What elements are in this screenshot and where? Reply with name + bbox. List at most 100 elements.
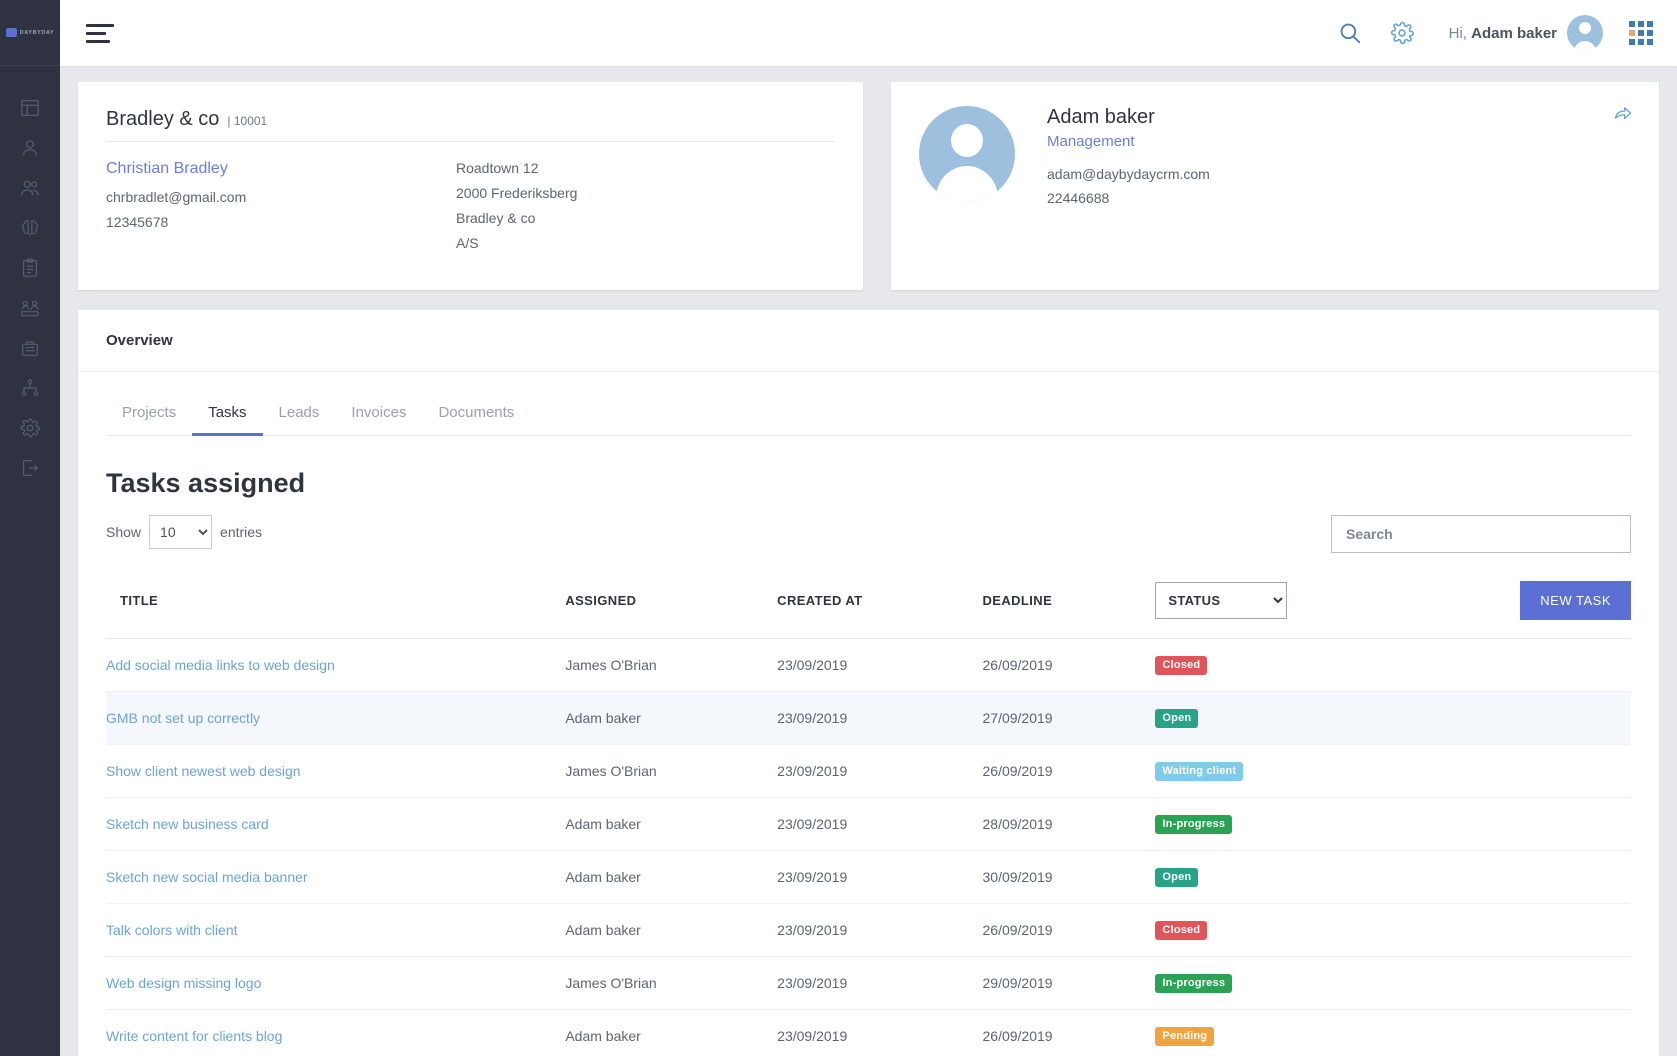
- entries-label: entries: [220, 524, 262, 540]
- hamburger-icon[interactable]: [86, 24, 114, 43]
- tab-leads[interactable]: Leads: [263, 394, 336, 436]
- gear-icon: [19, 417, 41, 439]
- status-badge: Waiting client: [1155, 762, 1243, 781]
- sidebar-item-departments[interactable]: [0, 328, 60, 368]
- task-title-link[interactable]: Web design missing logo: [106, 975, 261, 991]
- cell-title: Sketch new business card: [106, 798, 565, 851]
- cell-assigned: James O'Brian: [565, 639, 777, 692]
- grid-cell: [1629, 21, 1635, 27]
- cell-status: Waiting client: [1155, 745, 1425, 798]
- task-title-link[interactable]: Sketch new social media banner: [106, 869, 308, 885]
- task-title-link[interactable]: Sketch new business card: [106, 816, 269, 832]
- new-task-button[interactable]: NEW TASK: [1520, 581, 1631, 620]
- cell-action: [1426, 851, 1631, 904]
- cell-assigned: James O'Brian: [565, 957, 777, 1010]
- task-title-link[interactable]: Write content for clients blog: [106, 1028, 282, 1044]
- sidebar-item-projects[interactable]: [0, 248, 60, 288]
- user-icon: [19, 137, 41, 159]
- column-header-created-at[interactable]: CREATED AT: [777, 567, 982, 639]
- cell-assigned: James O'Brian: [565, 745, 777, 798]
- sidebar-item-team[interactable]: [0, 288, 60, 328]
- grid-apps-icon[interactable]: [1629, 21, 1653, 45]
- column-header-deadline[interactable]: DEADLINE: [983, 567, 1156, 639]
- address-line: A/S: [456, 235, 835, 251]
- task-title-link[interactable]: GMB not set up correctly: [106, 710, 260, 726]
- column-header-title[interactable]: TITLE: [106, 567, 565, 639]
- table-row[interactable]: Web design missing logo James O'Brian 23…: [106, 957, 1631, 1010]
- cell-status: In-progress: [1155, 957, 1425, 1010]
- grid-cell: [1638, 30, 1644, 36]
- task-title-link[interactable]: Add social media links to web design: [106, 657, 335, 673]
- tab-tasks[interactable]: Tasks: [192, 394, 262, 436]
- table-row[interactable]: Sketch new business card Adam baker 23/0…: [106, 798, 1631, 851]
- summary-cards-row: Bradley & co | 10001 Christian Bradley c…: [78, 82, 1659, 290]
- show-label: Show: [106, 524, 141, 540]
- cell-status: Pending: [1155, 1010, 1425, 1056]
- share-icon[interactable]: [1613, 104, 1633, 129]
- logout-icon: [19, 457, 41, 479]
- company-address-col: Roadtown 12 2000 Frederiksberg Bradley &…: [456, 160, 835, 260]
- tab-documents[interactable]: Documents: [422, 394, 530, 436]
- company-card-body: Christian Bradley chrbradlet@gmail.com 1…: [106, 160, 835, 260]
- grid-cell: [1647, 30, 1653, 36]
- table-row[interactable]: Add social media links to web design Jam…: [106, 639, 1631, 692]
- task-title-link[interactable]: Show client newest web design: [106, 763, 301, 779]
- address-line: 2000 Frederiksberg: [456, 185, 835, 201]
- contact-name-link[interactable]: Christian Bradley: [106, 160, 456, 178]
- cell-created-at: 23/09/2019: [777, 1010, 982, 1056]
- page-length-select[interactable]: 10 25 50 100: [149, 515, 212, 549]
- tab-bar: Projects Tasks Leads Invoices Documents: [106, 394, 1631, 436]
- grid-cell: [1647, 21, 1653, 27]
- sidebar-item-dashboard[interactable]: [0, 88, 60, 128]
- sidebar-item-leads[interactable]: [0, 208, 60, 248]
- greeting-prefix: Hi,: [1449, 25, 1467, 42]
- greeting-text: Hi, Adam baker: [1449, 25, 1557, 42]
- column-header-status: STATUS Open In-progress Waiting client P…: [1155, 567, 1425, 639]
- sidebar-item-clients[interactable]: [0, 168, 60, 208]
- sidebar-item-logout[interactable]: [0, 448, 60, 488]
- table-row[interactable]: Sketch new social media banner Adam bake…: [106, 851, 1631, 904]
- sidebar-item-hierarchy[interactable]: [0, 368, 60, 408]
- cell-status: Open: [1155, 692, 1425, 745]
- grid-cell: [1629, 30, 1635, 36]
- settings-gear-icon[interactable]: [1389, 20, 1415, 46]
- sidebar-item-users[interactable]: [0, 128, 60, 168]
- task-title-link[interactable]: Talk colors with client: [106, 922, 238, 938]
- user-role-link[interactable]: Management: [1047, 133, 1210, 150]
- cell-status: Closed: [1155, 639, 1425, 692]
- status-badge: In-progress: [1155, 815, 1232, 834]
- company-contact-col: Christian Bradley chrbradlet@gmail.com 1…: [106, 160, 456, 260]
- cell-title: Write content for clients blog: [106, 1010, 565, 1056]
- search-input[interactable]: [1331, 515, 1631, 553]
- sidebar: DAYBYDAY: [0, 0, 60, 1056]
- sidebar-item-settings[interactable]: [0, 408, 60, 448]
- tab-invoices[interactable]: Invoices: [335, 394, 422, 436]
- tasks-table: TITLE ASSIGNED CREATED AT DEADLINE STATU…: [106, 567, 1631, 1056]
- status-badge: Closed: [1155, 921, 1207, 940]
- user-name: Adam baker: [1047, 106, 1210, 129]
- building-icon: [19, 337, 41, 359]
- cell-created-at: 23/09/2019: [777, 692, 982, 745]
- grid-cell: [1647, 39, 1653, 45]
- table-row[interactable]: GMB not set up correctly Adam baker 23/0…: [106, 692, 1631, 745]
- table-row[interactable]: Talk colors with client Adam baker 23/09…: [106, 904, 1631, 957]
- table-row[interactable]: Write content for clients blog Adam bake…: [106, 1010, 1631, 1056]
- avatar[interactable]: [1567, 15, 1603, 51]
- table-row[interactable]: Show client newest web design James O'Br…: [106, 745, 1631, 798]
- cell-created-at: 23/09/2019: [777, 639, 982, 692]
- table-controls: Show 10 25 50 100 entries: [106, 515, 1631, 553]
- team-icon: [19, 297, 41, 319]
- tab-projects[interactable]: Projects: [106, 394, 192, 436]
- sidebar-nav: [0, 88, 60, 488]
- address-line: Roadtown 12: [456, 160, 835, 176]
- cell-deadline: 26/09/2019: [983, 904, 1156, 957]
- cell-assigned: Adam baker: [565, 851, 777, 904]
- cell-deadline: 29/09/2019: [983, 957, 1156, 1010]
- search-icon[interactable]: [1337, 20, 1363, 46]
- app-root: DAYBYDAY: [0, 0, 1677, 1056]
- company-email: chrbradlet@gmail.com: [106, 189, 456, 205]
- sidebar-brand[interactable]: DAYBYDAY: [0, 0, 60, 66]
- cell-assigned: Adam baker: [565, 1010, 777, 1056]
- column-header-assigned[interactable]: ASSIGNED: [565, 567, 777, 639]
- status-filter-select[interactable]: STATUS Open In-progress Waiting client P…: [1155, 582, 1287, 619]
